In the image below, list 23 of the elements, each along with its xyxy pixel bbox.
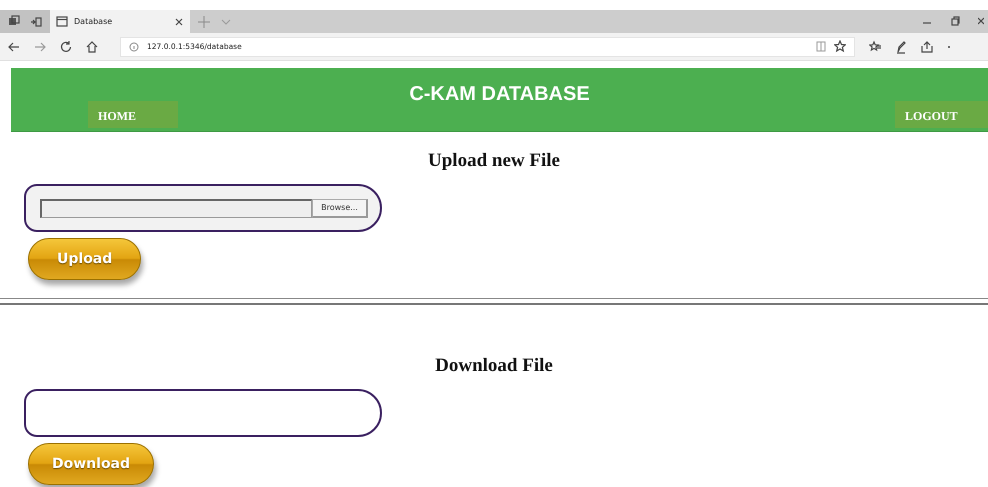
star-icon[interactable]: [834, 40, 846, 54]
section-heading: Upload new File: [427, 150, 561, 172]
site-title: C-KAM DATABASE: [409, 83, 590, 106]
upload-button[interactable]: Upload: [28, 238, 142, 280]
info-icon[interactable]: [129, 40, 139, 54]
tab-aside-icon[interactable]: [30, 14, 42, 28]
file-path-field[interactable]: [40, 198, 312, 218]
refresh-icon[interactable]: [60, 40, 72, 54]
nav-link[interactable]: HOME: [88, 101, 178, 128]
nav-link[interactable]: LOGOUT: [895, 101, 988, 128]
reading-view-icon[interactable]: [816, 40, 826, 54]
pen-icon[interactable]: [895, 40, 907, 54]
back-icon[interactable]: [8, 40, 20, 54]
restore-icon[interactable]: [950, 14, 960, 28]
share-icon[interactable]: [921, 40, 933, 54]
download-field[interactable]: [24, 389, 382, 437]
tab-page-icon[interactable]: [56, 14, 68, 28]
home-icon[interactable]: [86, 40, 98, 54]
favorites-icon[interactable]: [869, 40, 881, 54]
download-button[interactable]: Download: [28, 443, 154, 485]
browse-button[interactable]: Browse...: [312, 198, 368, 218]
section-heading: Download File: [434, 355, 554, 377]
forward-icon[interactable]: [34, 40, 46, 54]
